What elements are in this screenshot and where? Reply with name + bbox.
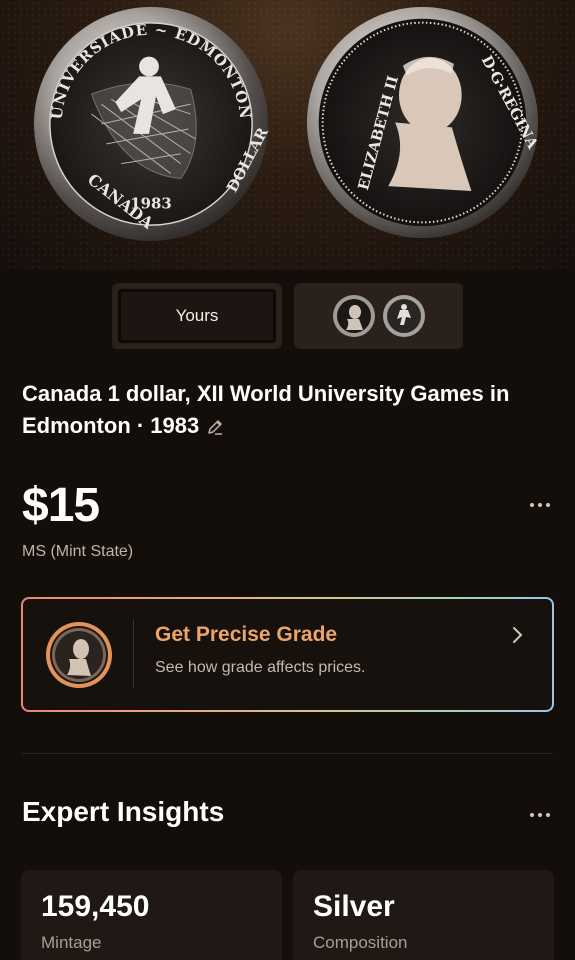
coin-obverse-image[interactable]: ELIZABETH II D·G·REGINA [305, 5, 540, 240]
more-dot [538, 813, 542, 817]
coin-thumbnail-icon [46, 622, 112, 688]
stat-label: Composition [313, 933, 408, 952]
price-value: $15 [22, 479, 100, 532]
stat-value: 159,450 [41, 890, 150, 923]
grade-label: MS (Mint State) [22, 543, 134, 560]
stat-card-mintage[interactable]: 159,450 Mintage [21, 870, 282, 960]
price-more-button[interactable] [522, 495, 558, 515]
stat-label: Mintage [41, 933, 102, 952]
tab-yours-label: Yours [118, 289, 276, 343]
more-dot [530, 503, 534, 507]
grade-card-subtitle: See how grade affects prices. [155, 659, 366, 676]
coin-reverse-image[interactable]: UNIVERSIADE ~ EDMONTON CANADA 1983 DOLLA… [32, 5, 270, 243]
get-precise-grade-card[interactable]: Get Precise Grade See how grade affects … [21, 597, 554, 712]
coin-photo-banner: UNIVERSIADE ~ EDMONTON CANADA 1983 DOLLA… [0, 0, 575, 270]
tab-yours[interactable]: Yours [112, 283, 282, 349]
chevron-right-icon [513, 627, 523, 643]
stat-value: Silver [313, 890, 395, 923]
more-dot [546, 813, 550, 817]
coin-title-text: Canada 1 dollar, XII World University Ga… [22, 381, 510, 438]
more-dot [538, 503, 542, 507]
more-dot [546, 503, 550, 507]
coin-obverse-thumb-icon [332, 295, 375, 337]
expert-insights-title: Expert Insights [22, 796, 225, 827]
stat-card-composition[interactable]: Silver Composition [293, 870, 554, 960]
more-dot [530, 813, 534, 817]
coin-title: Canada 1 dollar, XII World University Ga… [22, 378, 552, 442]
coin-reverse-thumb-icon [382, 295, 425, 337]
grade-card-title: Get Precise Grade [155, 623, 338, 646]
tab-reference-coins[interactable] [294, 283, 463, 349]
coin-reverse-year: 1983 [130, 194, 171, 212]
edit-icon[interactable] [205, 417, 225, 437]
grade-card-divider [133, 619, 134, 689]
insights-more-button[interactable] [522, 805, 558, 825]
divider [22, 753, 553, 754]
